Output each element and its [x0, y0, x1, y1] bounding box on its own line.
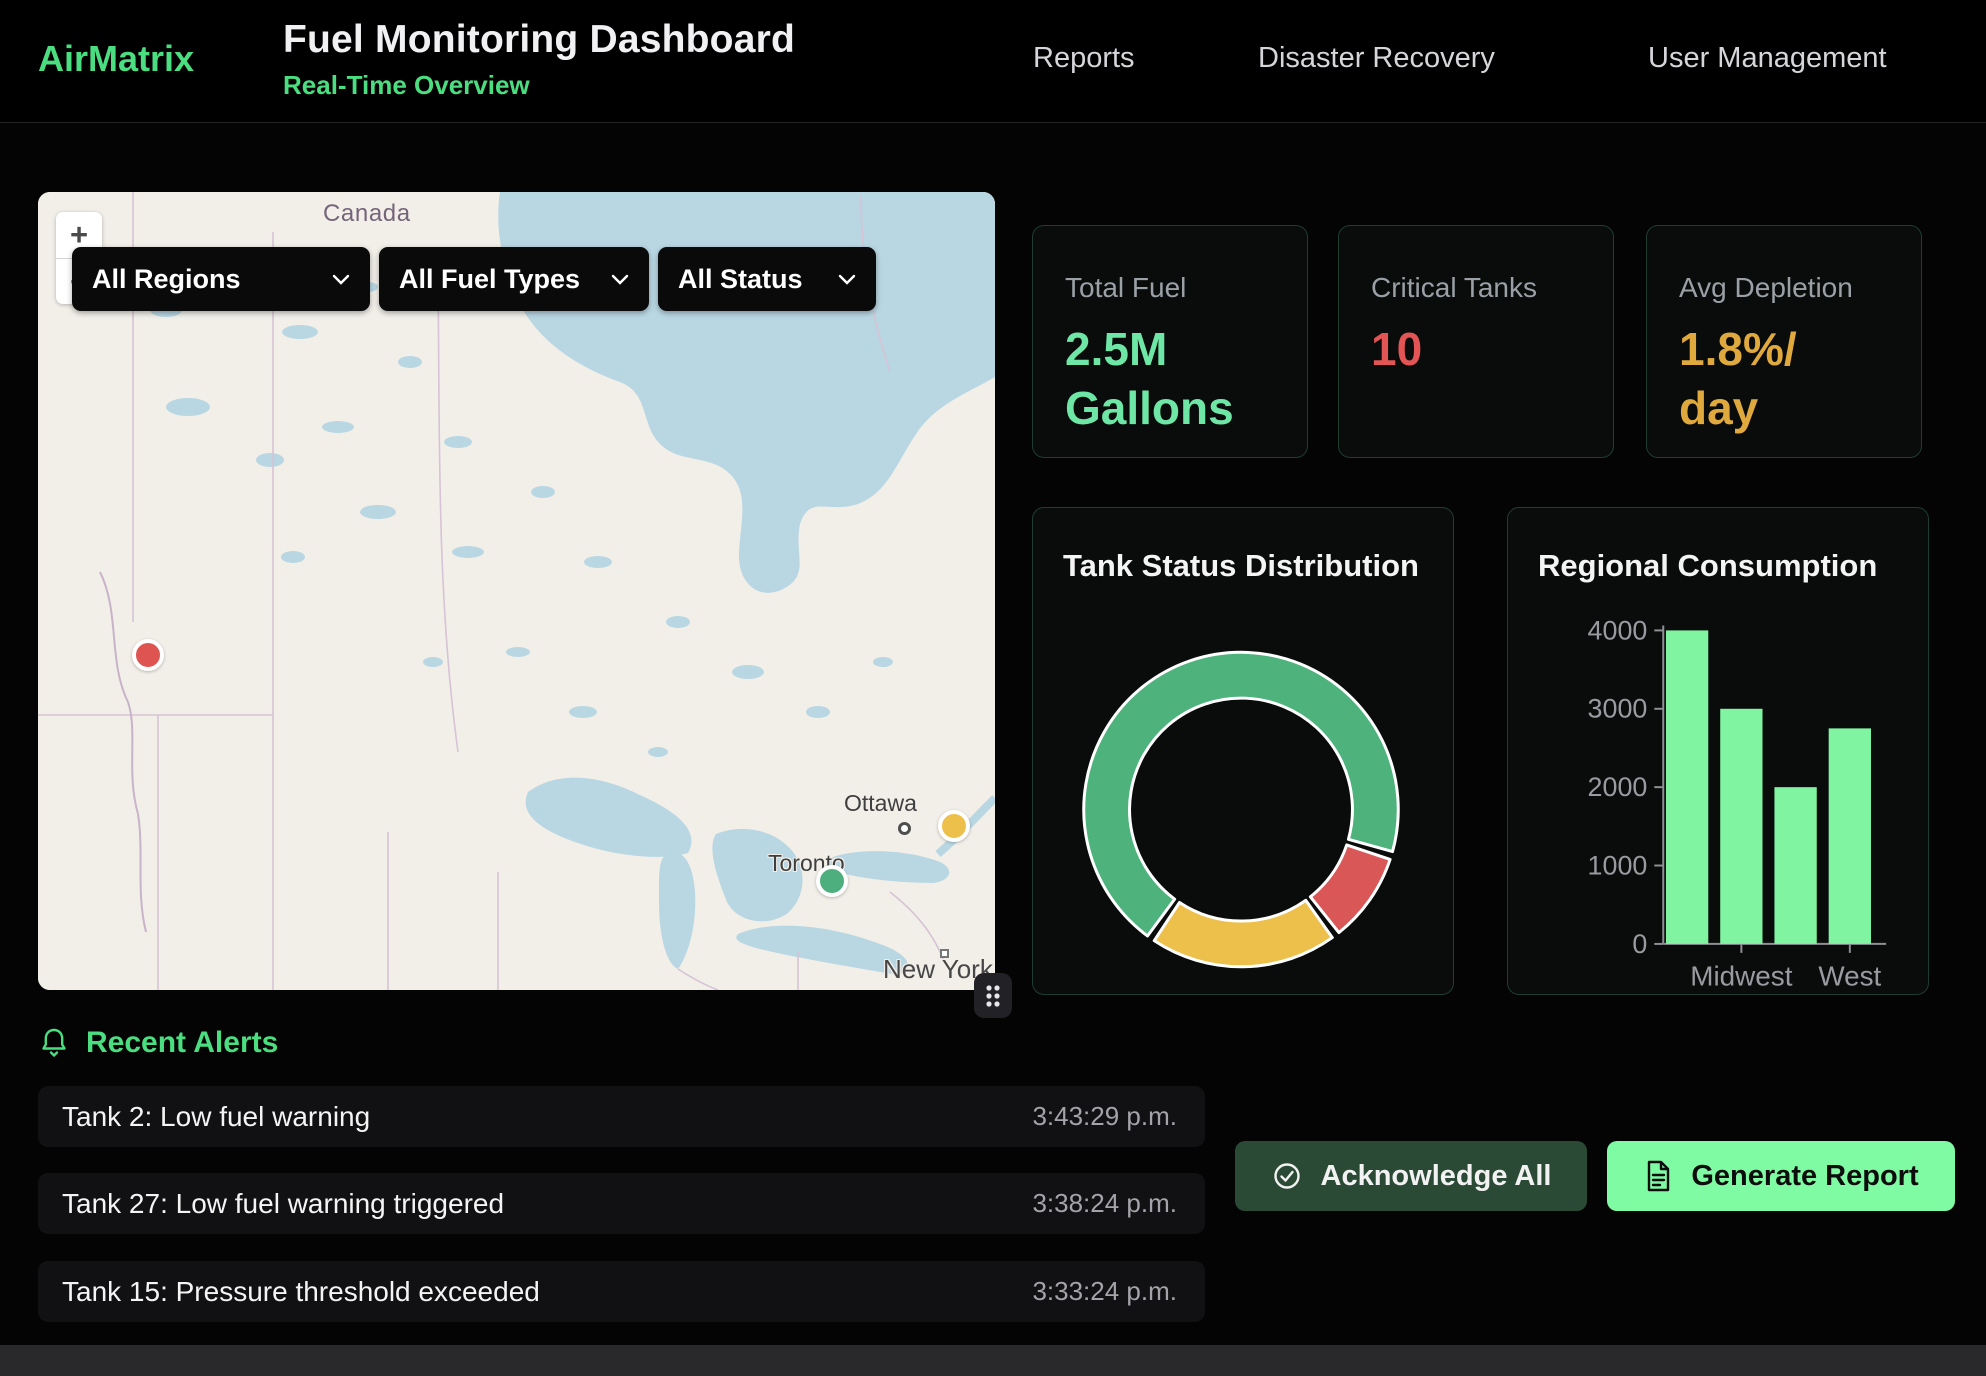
nav-item-reports[interactable]: Reports: [1033, 42, 1135, 75]
tank-marker-red[interactable]: [132, 639, 164, 671]
alerts-header: Recent Alerts: [38, 1026, 278, 1060]
regional-consumption-chart-card: Regional Consumption 0 1000 2000 3000 4000 Mi…: [1507, 507, 1929, 995]
title-block: Fuel Monitoring Dashboard Real-Time Over…: [283, 18, 795, 101]
generate-report-button[interactable]: Generate Report: [1607, 1141, 1955, 1211]
stat-value: 1.8%/day: [1679, 320, 1889, 438]
alert-row[interactable]: Tank 27: Low fuel warning triggered 3:38…: [38, 1173, 1205, 1234]
tank-status-chart-card: Tank Status Distribution: [1032, 507, 1454, 995]
ottawa-town-dot: [898, 822, 911, 835]
chart-title: Tank Status Distribution: [1063, 548, 1419, 584]
header: AirMatrix Fuel Monitoring Dashboard Real…: [0, 0, 1986, 123]
alert-timestamp: 3:43:29 p.m.: [1032, 1101, 1177, 1132]
generate-report-label: Generate Report: [1691, 1160, 1918, 1193]
document-icon: [1643, 1159, 1673, 1193]
fuel-type-filter-select[interactable]: All Fuel Types: [379, 247, 649, 311]
tank-marker-yellow[interactable]: [938, 810, 970, 842]
stat-card-total-fuel: Total Fuel 2.5MGallons: [1032, 225, 1308, 458]
bell-icon: [38, 1026, 70, 1060]
map-label-ottawa: Ottawa: [844, 790, 917, 817]
stat-value: 10: [1371, 320, 1581, 379]
nav-item-disaster-recovery[interactable]: Disaster Recovery: [1258, 42, 1495, 75]
brand-logo: AirMatrix: [38, 38, 194, 80]
alert-message: Tank 15: Pressure threshold exceeded: [62, 1276, 540, 1308]
footer-bar: [0, 1345, 1986, 1376]
acknowledge-all-button[interactable]: Acknowledge All: [1235, 1141, 1587, 1211]
resize-grip-icon[interactable]: [974, 973, 1012, 1018]
alert-message: Tank 2: Low fuel warning: [62, 1101, 370, 1133]
alerts-title: Recent Alerts: [86, 1026, 278, 1060]
stat-value: 2.5MGallons: [1065, 320, 1275, 438]
chevron-down-icon: [838, 274, 856, 285]
svg-text:Midwest: Midwest: [1690, 961, 1792, 992]
map-filters: All Regions All Fuel Types All Status: [72, 247, 876, 311]
svg-text:1000: 1000: [1588, 850, 1648, 880]
region-filter-select[interactable]: All Regions: [72, 247, 370, 311]
fuel-type-filter-value: All Fuel Types: [399, 264, 580, 295]
svg-text:4000: 4000: [1588, 615, 1648, 645]
chevron-down-icon: [611, 274, 629, 285]
svg-text:West: West: [1818, 961, 1881, 992]
svg-text:0: 0: [1632, 929, 1647, 959]
new-york-town-dot: [940, 949, 949, 958]
stat-card-critical-tanks: Critical Tanks 10: [1338, 225, 1614, 458]
page-subtitle: Real-Time Overview: [283, 70, 795, 101]
nav-item-user-management[interactable]: User Management: [1648, 42, 1887, 75]
stat-label: Total Fuel: [1065, 272, 1275, 304]
chart-title: Regional Consumption: [1538, 548, 1877, 584]
page-title: Fuel Monitoring Dashboard: [283, 18, 795, 62]
svg-text:3000: 3000: [1588, 694, 1648, 724]
status-filter-select[interactable]: All Status: [658, 247, 876, 311]
tank-marker-green[interactable]: [816, 865, 848, 897]
acknowledge-all-label: Acknowledge All: [1321, 1160, 1552, 1193]
status-filter-value: All Status: [678, 264, 803, 295]
alert-row[interactable]: Tank 2: Low fuel warning 3:43:29 p.m.: [38, 1086, 1205, 1147]
map-terrain: [38, 192, 995, 990]
check-circle-icon: [1271, 1160, 1303, 1192]
alert-row[interactable]: Tank 15: Pressure threshold exceeded 3:3…: [38, 1261, 1205, 1322]
svg-text:2000: 2000: [1588, 772, 1648, 802]
stat-card-avg-depletion: Avg Depletion 1.8%/day: [1646, 225, 1922, 458]
dashboard: AirMatrix Fuel Monitoring Dashboard Real…: [0, 0, 1986, 1376]
region-filter-value: All Regions: [92, 264, 241, 295]
alert-message: Tank 27: Low fuel warning triggered: [62, 1188, 504, 1220]
alert-timestamp: 3:33:24 p.m.: [1032, 1276, 1177, 1307]
alert-timestamp: 3:38:24 p.m.: [1032, 1188, 1177, 1219]
map-label-canada: Canada: [323, 200, 411, 228]
stat-label: Avg Depletion: [1679, 272, 1889, 304]
chevron-down-icon: [332, 274, 350, 285]
stat-label: Critical Tanks: [1371, 272, 1581, 304]
fuel-map[interactable]: Canada Ottawa Toronto New York + − All R…: [38, 192, 995, 990]
